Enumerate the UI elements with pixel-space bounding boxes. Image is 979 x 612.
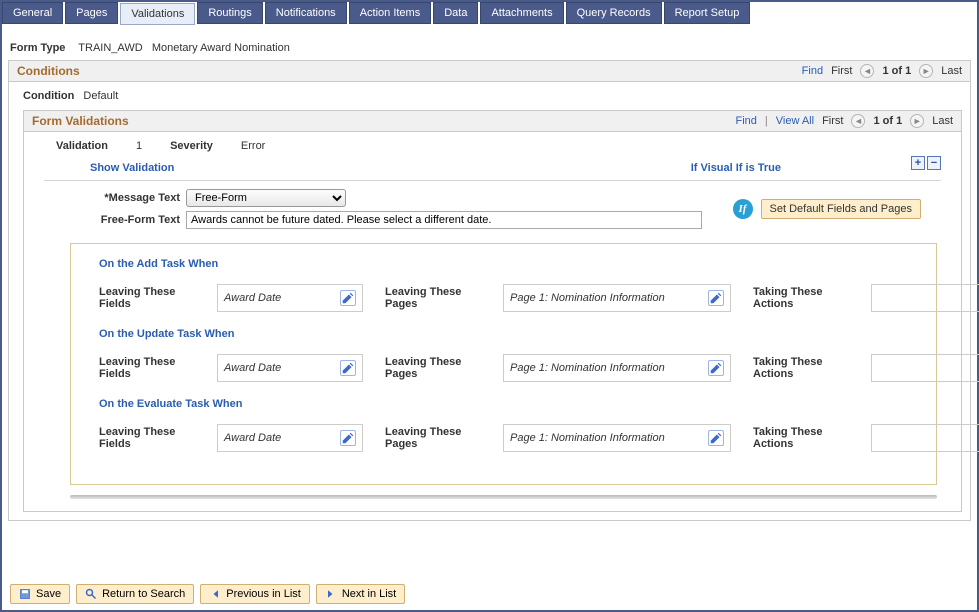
previous-in-list-button[interactable]: Previous in List [200,584,310,604]
conditions-title: Conditions [17,64,80,78]
condition-value: Default [83,90,118,102]
conditions-counter: 1 of 1 [882,65,911,77]
conditions-first: First [831,65,852,77]
return-to-search-button[interactable]: Return to Search [76,584,194,604]
validation-label: Validation [56,140,108,152]
message-text-label: *Message Text [84,192,180,204]
remove-row-button[interactable]: − [927,156,941,170]
tab-pages[interactable]: Pages [65,2,118,24]
leaving-pages-label: Leaving These Pages [385,356,495,380]
severity-label: Severity [170,140,213,152]
leaving-fields-label: Leaving These Fields [99,286,209,310]
form-type-desc: Monetary Award Nomination [152,42,290,54]
message-text-select[interactable]: Free-Form [186,189,346,207]
validations-counter: 1 of 1 [873,115,902,127]
tab-attachments[interactable]: Attachments [480,2,563,24]
if-visual-link[interactable]: If Visual If is True [691,162,781,174]
evaluate-field-value: Award Date [224,432,332,444]
conditions-next-arrow[interactable]: ► [919,64,933,78]
tab-action-items[interactable]: Action Items [349,2,432,24]
pencil-icon[interactable] [708,290,724,306]
tab-general[interactable]: General [2,2,63,24]
conditions-prev-arrow[interactable]: ◄ [860,64,874,78]
freeform-text-label: Free-Form Text [84,214,180,226]
validation-value: 1 [136,140,142,152]
search-icon [85,588,97,600]
severity-value: Error [241,140,265,152]
form-type-label: Form Type [10,42,65,54]
leaving-pages-label: Leaving These Pages [385,426,495,450]
pencil-icon[interactable] [708,360,724,376]
tab-query-records[interactable]: Query Records [566,2,662,24]
next-in-list-button[interactable]: Next in List [316,584,405,604]
show-validation-link[interactable]: Show Validation [90,162,174,174]
update-page-value: Page 1: Nomination Information [510,362,700,374]
validations-viewall-link[interactable]: View All [776,115,814,127]
validations-next-arrow[interactable]: ► [910,114,924,128]
validations-first: First [822,115,843,127]
form-validations-title: Form Validations [32,114,129,128]
update-task-row: Leaving These Fields Award Date Leaving … [87,354,920,382]
leaving-pages-label: Leaving These Pages [385,286,495,310]
update-field-value: Award Date [224,362,332,374]
conditions-last: Last [941,65,962,77]
tab-notifications[interactable]: Notifications [265,2,347,24]
save-icon [19,588,31,600]
pencil-icon[interactable] [340,360,356,376]
taking-actions-label: Taking These Actions [753,286,863,310]
form-type-code: TRAIN_AWD [78,42,142,54]
tab-bar: General Pages Validations Routings Notif… [2,2,977,24]
add-page-value: Page 1: Nomination Information [510,292,700,304]
tab-data[interactable]: Data [433,2,478,24]
save-button[interactable]: Save [10,584,70,604]
freeform-text-input[interactable] [186,211,702,229]
validations-last: Last [932,115,953,127]
footer-toolbar: Save Return to Search Previous in List N… [10,584,405,604]
form-validations-section: Form Validations Find | View All First ◄… [23,110,962,512]
conditions-find-link[interactable]: Find [802,65,823,77]
add-field-value: Award Date [224,292,332,304]
validations-find-link[interactable]: Find [735,115,756,127]
leaving-fields-label: Leaving These Fields [99,426,209,450]
validations-pager: Find | View All First ◄ 1 of 1 ► Last [735,114,953,128]
validations-prev-arrow[interactable]: ◄ [851,114,865,128]
add-task-row: Leaving These Fields Award Date Leaving … [87,284,920,312]
leaving-fields-label: Leaving These Fields [99,356,209,380]
next-icon [325,588,337,600]
condition-label: Condition [23,90,74,102]
add-row-button[interactable]: + [911,156,925,170]
conditions-pager: Find First ◄ 1 of 1 ► Last [802,64,962,78]
evaluate-task-row: Leaving These Fields Award Date Leaving … [87,424,920,452]
tab-report-setup[interactable]: Report Setup [664,2,751,24]
pencil-icon[interactable] [708,430,724,446]
update-task-header: On the Update Task When [99,328,920,340]
form-type-row: Form Type TRAIN_AWD Monetary Award Nomin… [2,24,977,60]
add-task-header: On the Add Task When [99,258,920,270]
taking-actions-label: Taking These Actions [753,356,863,380]
prev-icon [209,588,221,600]
taking-actions-label: Taking These Actions [753,426,863,450]
tab-validations[interactable]: Validations [120,3,195,25]
if-icon[interactable]: If [733,199,753,219]
tab-routings[interactable]: Routings [197,2,262,24]
evaluate-page-value: Page 1: Nomination Information [510,432,700,444]
evaluate-task-header: On the Evaluate Task When [99,398,920,410]
set-default-button[interactable]: Set Default Fields and Pages [761,199,921,219]
pencil-icon[interactable] [340,430,356,446]
pencil-icon[interactable] [340,290,356,306]
conditions-section: Conditions Find First ◄ 1 of 1 ► Last Co… [8,60,971,521]
task-rules-box: On the Add Task When Leaving These Field… [70,243,937,485]
